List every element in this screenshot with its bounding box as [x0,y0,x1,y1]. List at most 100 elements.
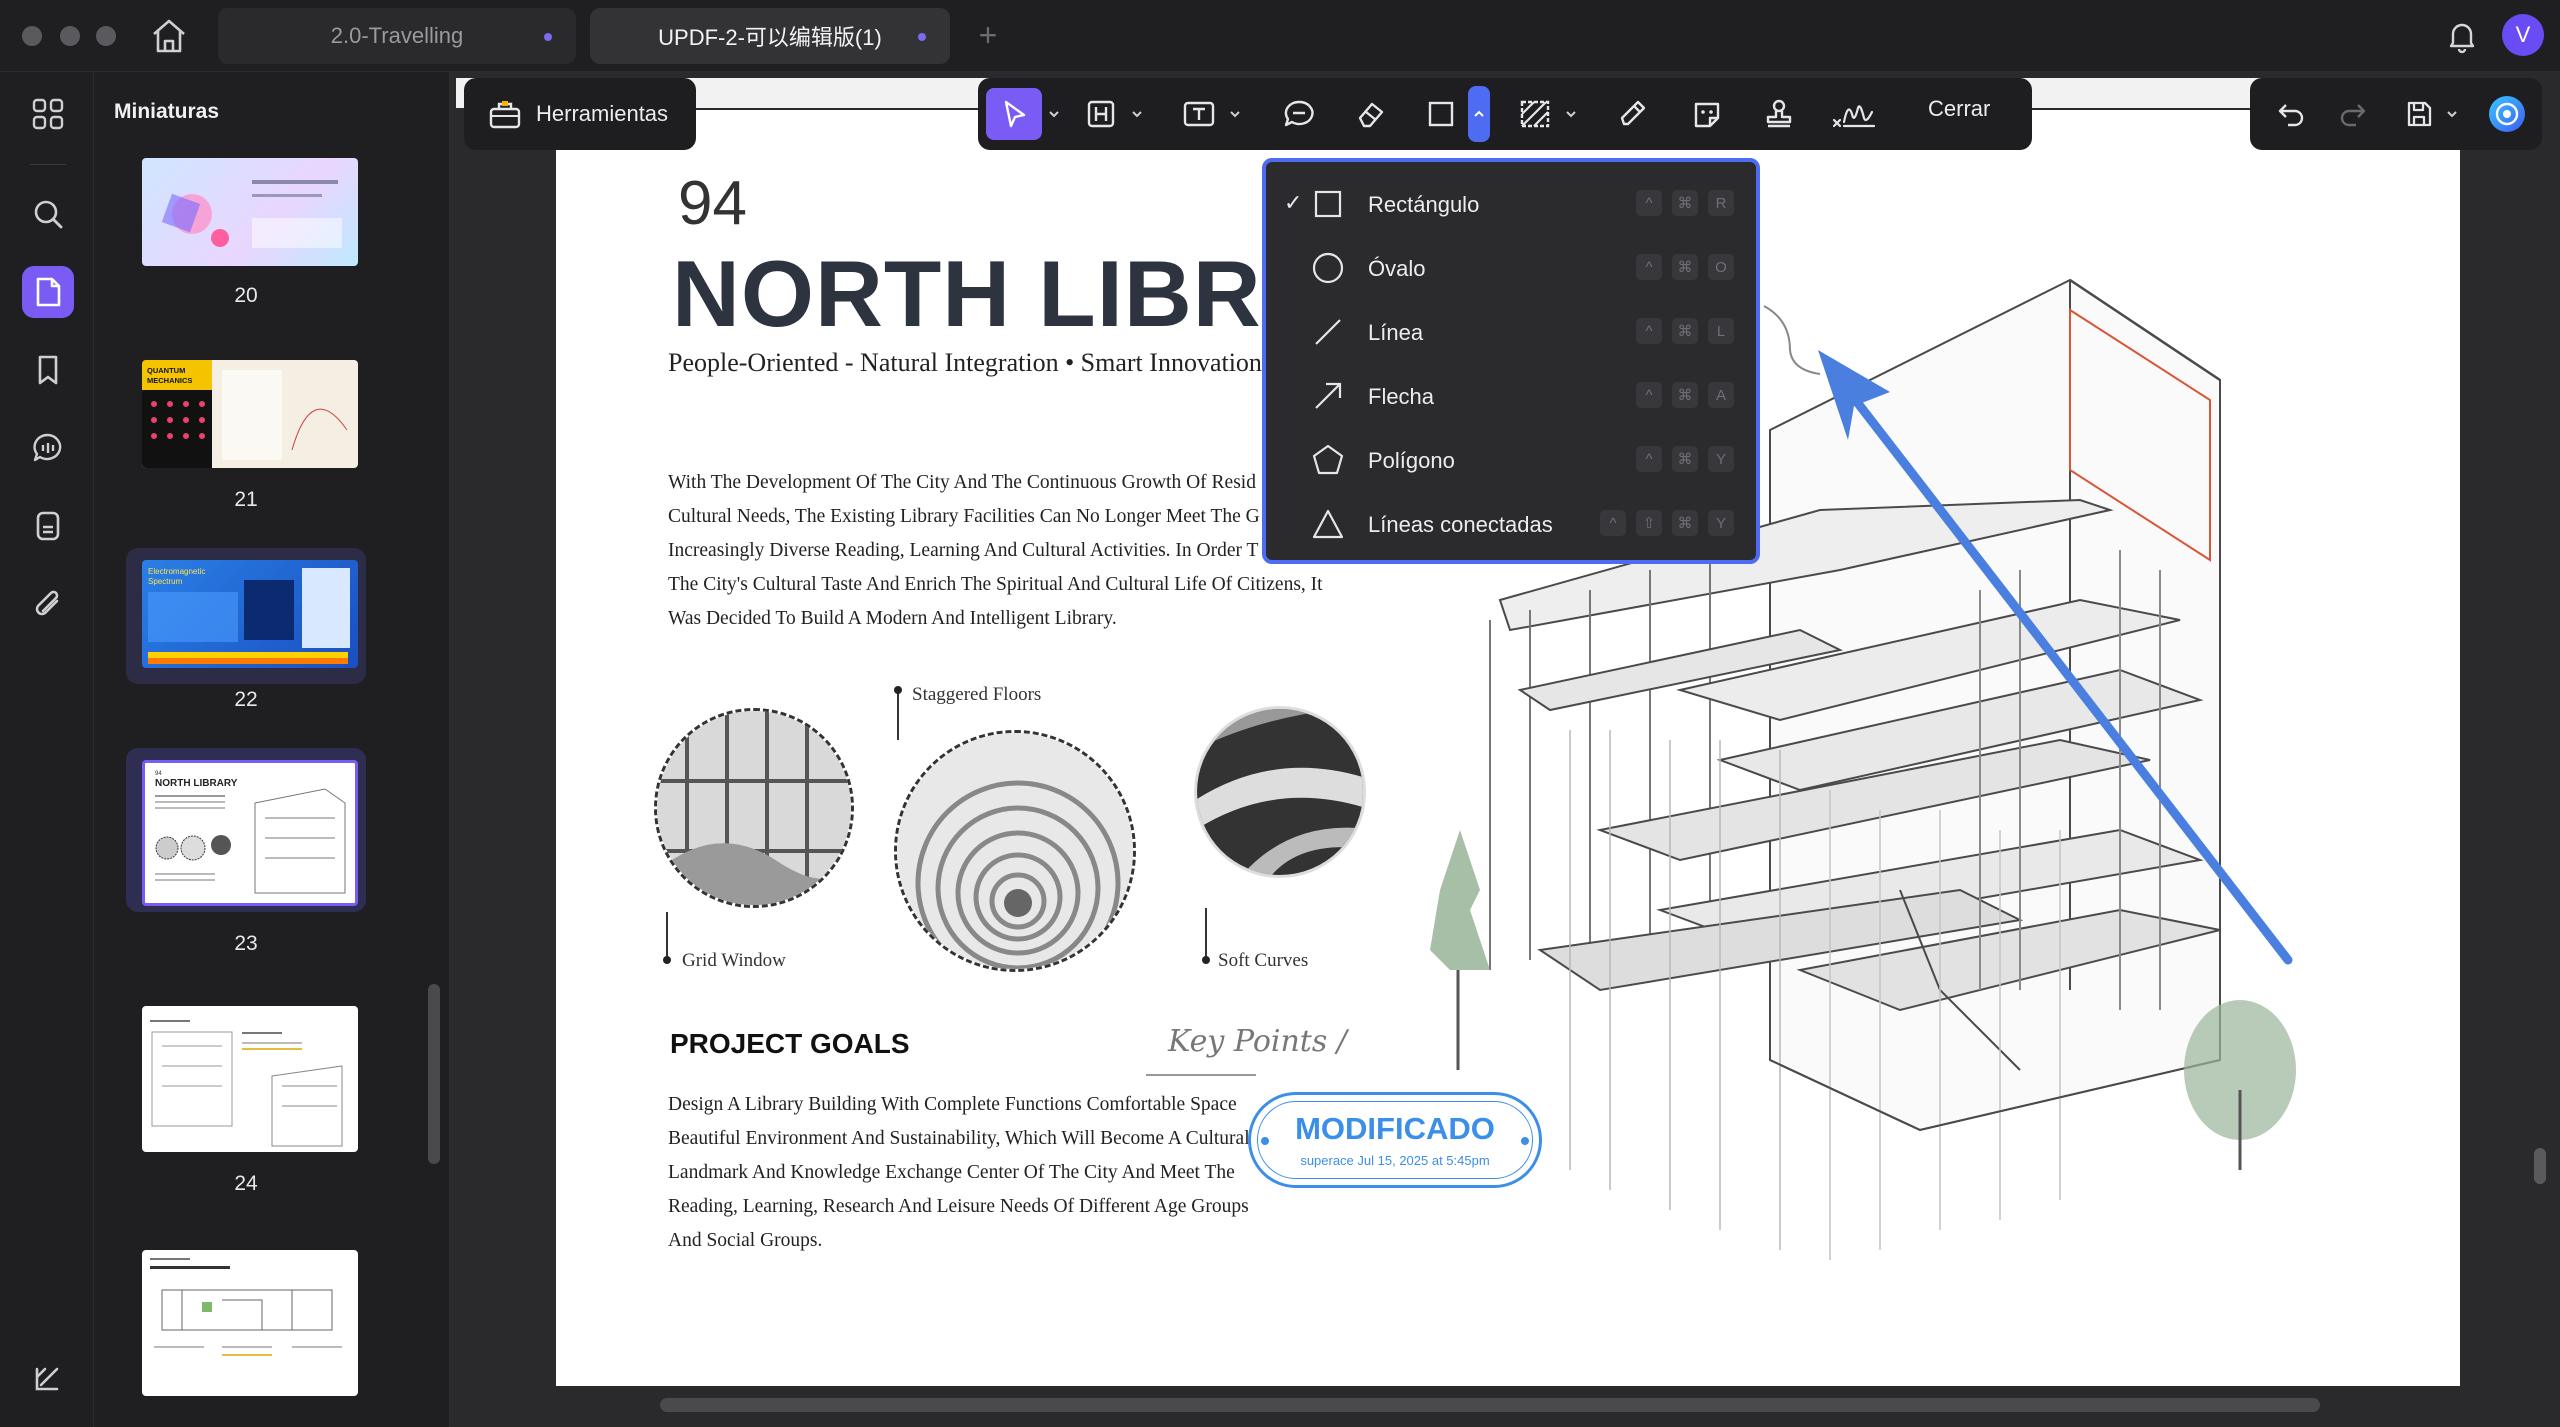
area-fill-tool-button[interactable] [1510,88,1560,140]
caption-leader-line [1205,908,1207,962]
menu-item-line[interactable]: Línea ^ ⌘ L [1266,300,1756,364]
shortcut-key: ^ [1636,382,1662,408]
search-icon[interactable] [22,188,74,240]
shortcut-key: ⌘ [1672,510,1698,536]
undo-button[interactable] [2268,88,2314,140]
shape-tool-dropdown[interactable] [1468,86,1490,142]
menu-item-label: Línea [1368,320,1424,345]
history-toolbar [2250,78,2542,150]
menu-item-oval[interactable]: Óvalo ^ ⌘ O [1266,236,1756,300]
close-annotation-toolbar-button[interactable]: Cerrar [1928,96,1990,122]
vertical-scrollbar[interactable] [2534,1148,2546,1184]
window-zoom-button[interactable] [96,26,116,46]
chevron-down-icon [1230,111,1240,118]
thumbnails-icon[interactable] [22,266,74,318]
menu-item-arrow[interactable]: Flecha ^ ⌘ A [1266,364,1756,428]
bell-icon[interactable] [2442,16,2482,56]
window-minimize-button[interactable] [60,26,80,46]
signature-icon [1832,105,1876,128]
signature-tool-button[interactable] [1824,88,1884,140]
shortcut-key: R [1708,190,1734,216]
svg-text:QUANTUM: QUANTUM [147,366,185,375]
window-close-button[interactable] [22,26,42,46]
shape-menu: ✓ Rectángulo ^ ⌘ R Óvalo ^ ⌘ O Línea ^ ⌘… [1262,158,1760,564]
text-box-tool-dropdown[interactable] [1224,88,1246,140]
area-fill-tool-dropdown[interactable] [1560,88,1582,140]
caption-leader-line [897,690,899,740]
unsaved-dot-icon [918,33,926,41]
save-button[interactable] [2396,88,2442,140]
select-tool-dropdown[interactable] [1042,88,1066,140]
shortcut-key: Y [1708,510,1734,536]
redo-button[interactable] [2330,88,2376,140]
svg-text:MECHANICS: MECHANICS [147,376,192,385]
shortcut-key: ⌘ [1672,254,1698,280]
shortcut-key: A [1708,382,1734,408]
highlight-tool-dropdown[interactable] [1126,88,1148,140]
staggered-floors-photo [894,730,1136,972]
menu-item-label: Líneas conectadas [1368,512,1553,537]
thumbnail-page-number: 23 [234,932,258,955]
pencil-tool-button[interactable] [1608,88,1658,140]
annotation-arrow[interactable] [1770,340,2310,980]
menu-item-label: Polígono [1368,448,1455,473]
tools-button[interactable]: Herramientas [464,78,696,150]
text-box-tool-button[interactable] [1174,88,1224,140]
caption-leader-line [666,912,668,962]
menu-item-connected-lines[interactable]: Líneas conectadas ^ ⇧ ⌘ Y [1266,492,1756,556]
comment-tool-button[interactable] [1274,88,1324,140]
chevron-up-icon [1474,110,1484,117]
highlighter-icon [1087,100,1115,128]
shortcut-key: ^ [1600,510,1626,536]
home-icon[interactable] [146,14,192,58]
menu-item-label: Óvalo [1368,256,1426,281]
shape-tool-button[interactable] [1418,88,1464,140]
highlight-tool-button[interactable] [1076,88,1126,140]
stamp-tool-button[interactable] [1754,88,1804,140]
select-tool-button[interactable] [986,88,1042,140]
tree-left [1430,830,1490,1070]
ai-assistant-button[interactable] [2484,88,2530,140]
hatch-fill-icon [1520,100,1550,128]
stamp-date: superace Jul 15, 2025 at 5:45pm [1300,1153,1490,1168]
stamp-icon[interactable] [22,500,74,552]
shortcut-key: L [1708,318,1734,344]
paragraph-line: Design A Library Building With Complete … [668,1094,1237,1115]
horizontal-scrollbar[interactable] [660,1398,2320,1412]
annotation-toolbar: Cerrar [978,78,2032,150]
modified-stamp[interactable]: MODIFICADO superace Jul 15, 2025 at 5:45… [1248,1092,1542,1188]
thumbnail-image: Electromagnetic Spectrum [142,560,358,668]
thumbnail-page-number: 20 [234,284,258,307]
user-avatar[interactable]: V [2502,14,2544,56]
save-dropdown[interactable] [2442,88,2462,140]
goals-paragraph: Design A Library Building With Complete … [668,1088,1308,1258]
menu-item-polygon[interactable]: Polígono ^ ⌘ Y [1266,428,1756,492]
thumbnail-image [142,1250,358,1396]
document-title: NORTH LIBRARY [672,241,1266,346]
eraser-tool-button[interactable] [1346,88,1396,140]
new-tab-icon[interactable]: + [968,16,1008,56]
pencil-icon [1620,100,1646,126]
paragraph-line: Beautiful Environment And Sustainability… [668,1128,1250,1149]
menu-item-rectangle[interactable]: ✓ Rectángulo ^ ⌘ R [1266,172,1756,236]
chevron-down-icon [2447,111,2457,118]
rectangle-icon [1314,190,1342,218]
tab-updf-document[interactable]: UPDF-2-可以编辑版(1) [590,8,950,64]
thumbnail-image: 94 NORTH LIBRARY [142,760,358,906]
paragraph-line: With The Development Of The City And The… [668,472,1256,493]
bookmark-icon[interactable] [22,344,74,396]
eraser-icon [1358,102,1384,128]
tab-travelling[interactable]: 2.0-Travelling [218,8,576,64]
thumbnail-image: QUANTUM MECHANICS [142,360,358,468]
layers-icon[interactable] [22,1352,74,1404]
chevron-down-icon [1566,111,1576,118]
shortcut-key: ^ [1636,318,1662,344]
tab-label: UPDF-2-可以编辑版(1) [658,25,882,50]
comments-icon[interactable] [22,422,74,474]
sticker-tool-button[interactable] [1682,88,1732,140]
rectangle-icon [1428,101,1454,127]
attachment-icon[interactable] [22,578,74,630]
line-icon [1315,319,1341,345]
thumbnail-scrollbar[interactable] [428,984,440,1164]
app-grid-icon[interactable] [22,88,74,140]
